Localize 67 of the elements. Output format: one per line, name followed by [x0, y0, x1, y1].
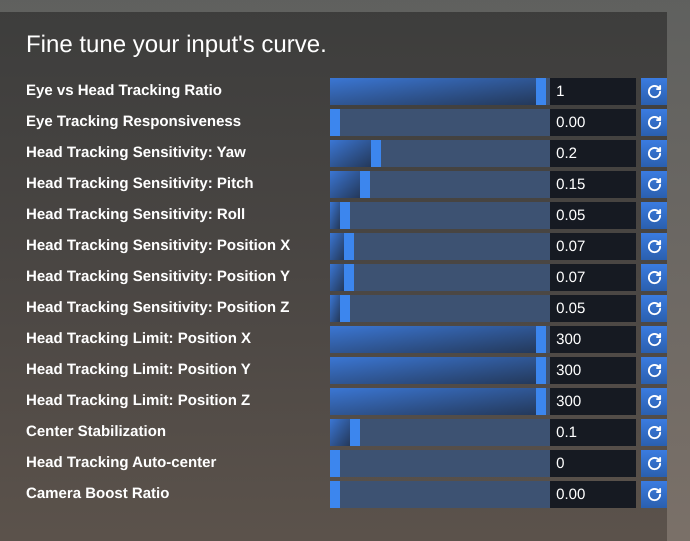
value-field[interactable]: 1 [550, 78, 636, 105]
setting-label: Head Tracking Limit: Position X [26, 329, 252, 350]
reset-icon [646, 270, 662, 285]
reset-icon [646, 177, 662, 192]
value-field[interactable]: 0.1 [550, 419, 636, 446]
reset-button[interactable] [641, 264, 667, 291]
value-field[interactable]: 300 [550, 357, 636, 384]
setting-label: Head Tracking Auto-center [26, 453, 218, 474]
value-field[interactable]: 300 [550, 326, 636, 353]
panel-title: Fine tune your input's curve. [26, 30, 327, 60]
slider-fill[interactable] [330, 264, 354, 291]
reset-button[interactable] [641, 295, 667, 322]
value-field[interactable]: 0.00 [550, 109, 636, 136]
reset-icon [646, 487, 662, 502]
reset-icon [646, 146, 662, 161]
value-field[interactable]: 0.07 [550, 233, 636, 260]
reset-icon [646, 363, 662, 378]
setting-label: Head Tracking Sensitivity: Position Y [26, 267, 291, 288]
slider-fill[interactable] [330, 202, 350, 229]
value-field[interactable]: 0.2 [550, 140, 636, 167]
value-field[interactable]: 0.07 [550, 264, 636, 291]
value-field[interactable]: 0.00 [550, 481, 636, 508]
setting-label: Head Tracking Sensitivity: Position Z [26, 298, 290, 318]
reset-icon [646, 239, 662, 254]
slider-fill[interactable] [330, 295, 350, 322]
reset-icon [646, 394, 662, 409]
reset-button[interactable] [641, 388, 667, 415]
slider-fill[interactable] [330, 481, 340, 508]
value-field[interactable]: 0.05 [550, 202, 636, 229]
setting-label: Center Stabilization [26, 422, 168, 442]
setting-label: Head Tracking Sensitivity: Roll [26, 205, 246, 226]
reset-icon [646, 84, 662, 99]
reset-icon [646, 332, 662, 347]
setting-label: Head Tracking Sensitivity: Pitch [26, 174, 255, 194]
setting-label: Eye Tracking Responsiveness [26, 112, 242, 132]
reset-icon [646, 425, 662, 440]
value-field[interactable]: 0.15 [550, 171, 636, 198]
reset-button[interactable] [641, 450, 667, 477]
slider-fill[interactable] [330, 140, 381, 167]
setting-label: Eye vs Head Tracking Ratio [26, 81, 223, 102]
slider-fill[interactable] [330, 419, 360, 446]
slider-fill[interactable] [330, 450, 340, 477]
reset-button[interactable] [641, 140, 667, 167]
value-field[interactable]: 0 [550, 450, 636, 477]
setting-label: Head Tracking Limit: Position Z [26, 391, 252, 412]
setting-label: Head Tracking Sensitivity: Yaw [26, 143, 247, 164]
setting-label: Head Tracking Sensitivity: Position X [26, 236, 292, 256]
slider-fill[interactable] [330, 171, 370, 198]
reset-icon [646, 208, 662, 223]
reset-button[interactable] [641, 419, 667, 446]
reset-button[interactable] [641, 78, 667, 105]
slider-fill[interactable] [330, 109, 340, 136]
reset-button[interactable] [641, 481, 667, 508]
reset-icon [646, 456, 662, 471]
slider-fill[interactable] [330, 233, 354, 260]
reset-button[interactable] [641, 202, 667, 229]
reset-button[interactable] [641, 357, 667, 384]
reset-button[interactable] [641, 326, 667, 353]
reset-button[interactable] [641, 171, 667, 198]
reset-icon [646, 115, 662, 130]
reset-button[interactable] [641, 233, 667, 260]
value-field[interactable]: 0.05 [550, 295, 636, 322]
setting-label: Camera Boost Ratio [26, 484, 170, 504]
reset-button[interactable] [641, 109, 667, 136]
reset-icon [646, 301, 662, 316]
setting-label: Head Tracking Limit: Position Y [26, 360, 252, 380]
value-field[interactable]: 300 [550, 388, 636, 415]
